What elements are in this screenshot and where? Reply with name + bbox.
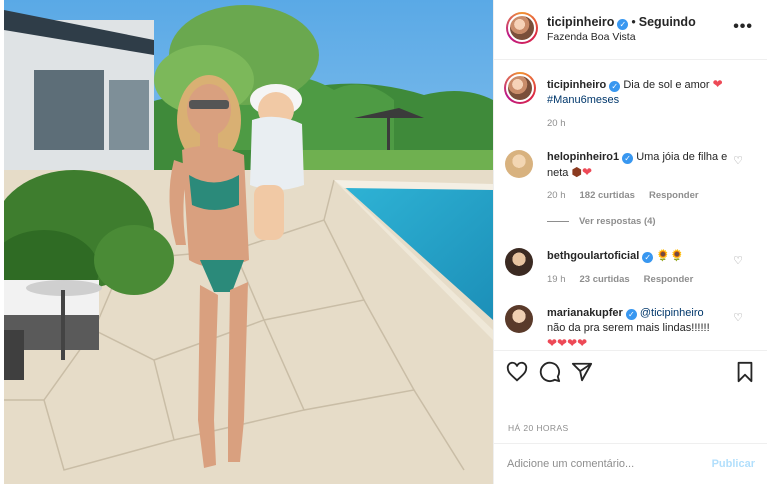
post-timestamp[interactable]: HÁ 20 HORAS [508, 423, 569, 433]
following-button[interactable]: Seguindo [639, 15, 696, 29]
comment-text: bethgoulartoficial ✓ 🌻🌻 [547, 249, 731, 264]
red-heart-icon: ❤ [581, 165, 593, 179]
caption-username[interactable]: ticipinheiro [547, 79, 606, 91]
red-heart-icon: ❤ [712, 77, 723, 91]
verified-badge-icon: ✓ [625, 309, 637, 320]
verified-badge-icon: ✓ [617, 19, 629, 30]
share-send-icon[interactable] [571, 361, 593, 383]
comment-meta: 19 h 23 curtidas Responder [547, 274, 707, 285]
comment-time[interactable]: 19 h [547, 274, 566, 285]
caption-time[interactable]: 20 h [547, 118, 566, 129]
reply-button[interactable]: Responder [649, 190, 699, 201]
publish-button[interactable]: Publicar [712, 458, 755, 470]
sunflower-icon: 🌻🌻 [656, 250, 684, 262]
post-photo[interactable] [4, 0, 493, 484]
ruby-icon: ⬢ [571, 165, 582, 179]
commenter-avatar[interactable] [505, 248, 533, 276]
comment-mention[interactable]: @ticipinheiro [640, 307, 704, 319]
comment-body: não da pra serem mais lindas!!!!!! [547, 322, 710, 334]
post-side-panel: ticipinheiro ✓ • Seguindo Fazenda Boa Vista… [493, 0, 767, 484]
red-hearts-icon: ❤❤❤❤ [547, 336, 588, 350]
author-username[interactable]: ticipinheiro [547, 15, 614, 29]
caption-hashtag[interactable]: #Manu6meses [547, 94, 619, 106]
comment-text: helopinheiro1 ✓ Uma jóia de filha e neta … [547, 150, 731, 181]
more-options-icon[interactable]: ••• [733, 18, 753, 36]
verified-badge-icon: ✓ [609, 81, 621, 92]
comment-bubble-icon[interactable] [539, 361, 561, 383]
comment-time[interactable]: 20 h [547, 190, 566, 201]
comment-username[interactable]: marianakupfer [547, 307, 623, 319]
verified-badge-icon: ✓ [642, 252, 654, 263]
comment-meta: 20 h 182 curtidas Responder [547, 190, 713, 201]
beach-pool-photo [4, 0, 493, 484]
comment-username[interactable]: helopinheiro1 [547, 151, 619, 163]
author-line: ticipinheiro ✓ • Seguindo [547, 15, 696, 30]
save-bookmark-icon[interactable] [734, 361, 756, 383]
comment-likes[interactable]: 23 curtidas [580, 274, 630, 285]
replies-divider [547, 220, 569, 222]
view-replies-label: Ver respostas (4) [579, 216, 656, 227]
reply-button[interactable]: Responder [644, 274, 694, 285]
commenter-avatar[interactable] [505, 150, 533, 178]
comment-composer: Adicione um comentário... Publicar [494, 443, 767, 484]
caption-meta: 20 h [547, 118, 580, 129]
like-comment-heart-icon[interactable]: ♡ [733, 154, 743, 167]
like-heart-icon[interactable] [506, 361, 528, 383]
caption-avatar[interactable] [504, 72, 536, 104]
comments-list[interactable]: ticipinheiro ✓ Dia de sol e amor ❤ #Manu6… [494, 60, 767, 350]
action-bar [494, 350, 767, 390]
comment-text: marianakupfer ✓ @ticipinheiro não da pra … [547, 306, 731, 350]
author-avatar[interactable] [506, 12, 538, 44]
separator-dot: • [631, 15, 636, 29]
comment-input[interactable]: Adicione um comentário... [507, 458, 634, 470]
comment-username[interactable]: bethgoulartoficial [547, 250, 639, 262]
comment-likes[interactable]: 182 curtidas [580, 190, 635, 201]
like-comment-heart-icon[interactable]: ♡ [733, 254, 743, 267]
caption-body: Dia de sol e amor [623, 79, 710, 91]
commenter-avatar[interactable] [505, 305, 533, 333]
location-link[interactable]: Fazenda Boa Vista [547, 31, 636, 43]
post-header: ticipinheiro ✓ • Seguindo Fazenda Boa Vista… [494, 0, 767, 60]
like-comment-heart-icon[interactable]: ♡ [733, 311, 743, 324]
verified-badge-icon: ✓ [622, 153, 634, 164]
view-replies-button[interactable]: Ver respostas (4) [547, 216, 656, 227]
caption-text: ticipinheiro ✓ Dia de sol e amor ❤ #Manu6… [547, 77, 731, 108]
